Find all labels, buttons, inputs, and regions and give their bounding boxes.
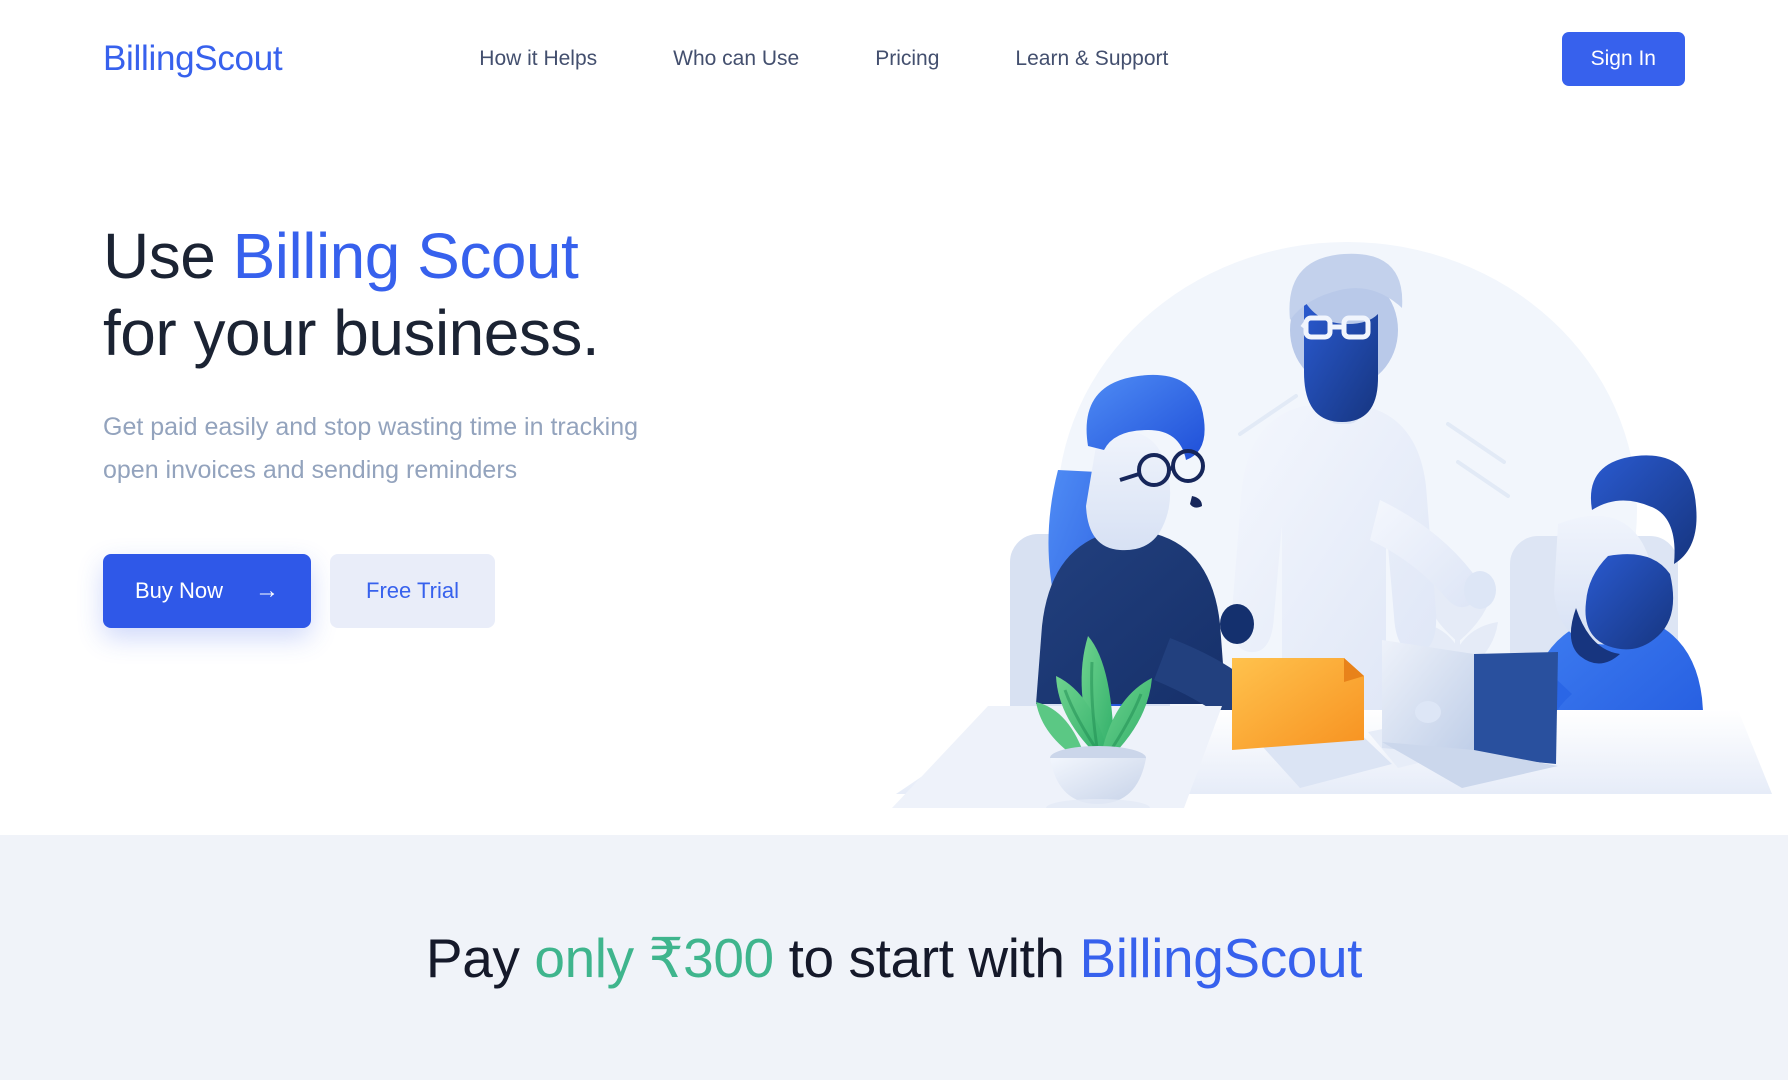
page-title: Use Billing Scout for your business. [103, 218, 880, 372]
free-trial-button[interactable]: Free Trial [330, 553, 495, 628]
hero-subtitle-line2: open invoices and sending reminders [103, 455, 518, 484]
hand-standing-right [1464, 571, 1496, 609]
headline-brand-accent: Billing Scout [232, 220, 579, 292]
hero-subtitle: Get paid easily and stop wasting time in… [103, 406, 803, 492]
orange-folder [1232, 658, 1364, 750]
hero-section: Use Billing Scout for your business. Get… [0, 118, 1788, 835]
hero-subtitle-line1: Get paid easily and stop wasting time in… [103, 412, 638, 441]
banner-brand: BillingScout [1079, 926, 1363, 989]
hero-cta-row: Buy Now → Free Trial [103, 553, 880, 628]
nav-item-pricing[interactable]: Pricing [875, 47, 939, 71]
nav-item-who-can-use[interactable]: Who can Use [673, 47, 799, 71]
nav-item-learn-support[interactable]: Learn & Support [1015, 47, 1168, 71]
pricing-banner-text: Pay only ₹300 to start with BillingScout [425, 926, 1363, 990]
headline-prefix: Use [103, 220, 233, 292]
banner-prefix: Pay [425, 926, 535, 989]
pricing-banner: Pay only ₹300 to start with BillingScout [0, 835, 1788, 1080]
nav-item-how-it-helps[interactable]: How it Helps [479, 47, 597, 71]
hand-standing-left [1220, 604, 1254, 644]
headline-suffix: for your business. [103, 296, 600, 369]
team-meeting-illustration [892, 238, 1772, 808]
hero-copy: Use Billing Scout for your business. Get… [0, 118, 880, 835]
arrow-right-icon: → [255, 576, 280, 604]
site-header: BillingScout How it Helps Who can Use Pr… [0, 0, 1788, 118]
brand-logo[interactable]: BillingScout [103, 39, 283, 79]
buy-now-label: Buy Now [135, 577, 224, 603]
banner-price: only ₹300 [534, 926, 774, 989]
banner-middle: to start with [773, 926, 1080, 989]
sign-in-button[interactable]: Sign In [1561, 32, 1685, 86]
main-nav: How it Helps Who can Use Pricing Learn &… [479, 47, 1168, 71]
buy-now-button[interactable]: Buy Now → [103, 553, 312, 628]
